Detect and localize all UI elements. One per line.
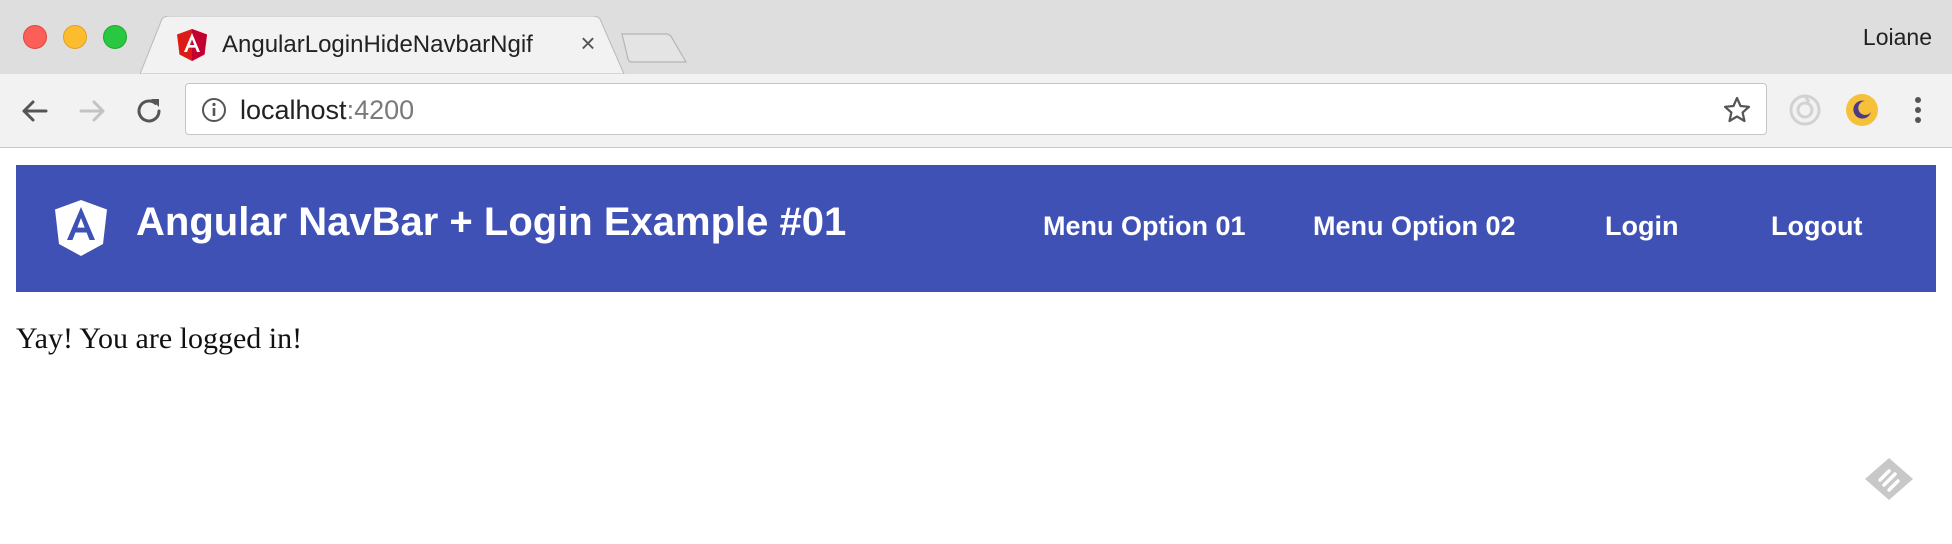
info-icon[interactable] bbox=[201, 97, 227, 123]
app-navbar: Angular NavBar + Login Example #01 Menu … bbox=[16, 165, 1936, 292]
tab-close-icon[interactable]: × bbox=[575, 30, 601, 56]
minimize-window-button[interactable] bbox=[63, 25, 87, 49]
url-host: localhost bbox=[240, 95, 347, 125]
browser-toolbar: localhost:4200 bbox=[0, 74, 1952, 148]
extension-icon[interactable] bbox=[1787, 92, 1823, 128]
forward-arrow-icon[interactable] bbox=[74, 93, 110, 129]
navbar-brand-title[interactable]: Angular NavBar + Login Example #01 bbox=[136, 200, 846, 245]
logout-link[interactable]: Logout bbox=[1771, 211, 1862, 242]
night-mode-extension-icon[interactable] bbox=[1844, 92, 1880, 128]
feedly-logo-icon[interactable] bbox=[1862, 456, 1916, 502]
reload-icon[interactable] bbox=[131, 93, 167, 129]
angular-favicon-icon bbox=[177, 29, 207, 61]
browser-titlebar: AngularLoginHideNavbarNgif × Loiane bbox=[0, 0, 1952, 74]
tab-title: AngularLoginHideNavbarNgif bbox=[222, 31, 533, 58]
back-arrow-icon[interactable] bbox=[17, 93, 53, 129]
address-bar[interactable]: localhost:4200 bbox=[185, 83, 1767, 135]
logged-in-message: Yay! You are logged in! bbox=[16, 322, 303, 355]
menu-option-01-link[interactable]: Menu Option 01 bbox=[1043, 211, 1246, 242]
new-tab-button[interactable] bbox=[620, 32, 690, 64]
login-link[interactable]: Login bbox=[1605, 211, 1678, 242]
bookmark-star-icon[interactable] bbox=[1722, 95, 1752, 125]
url-port: :4200 bbox=[346, 95, 415, 125]
url-text[interactable]: localhost:4200 bbox=[240, 95, 414, 126]
active-tab-content: AngularLoginHideNavbarNgif × bbox=[170, 16, 610, 74]
maximize-window-button[interactable] bbox=[103, 25, 127, 49]
profile-name[interactable]: Loiane bbox=[1863, 24, 1932, 51]
angular-logo-icon bbox=[55, 200, 107, 256]
more-menu-icon[interactable] bbox=[1900, 92, 1936, 128]
close-window-button[interactable] bbox=[23, 25, 47, 49]
menu-option-02-link[interactable]: Menu Option 02 bbox=[1313, 211, 1516, 242]
